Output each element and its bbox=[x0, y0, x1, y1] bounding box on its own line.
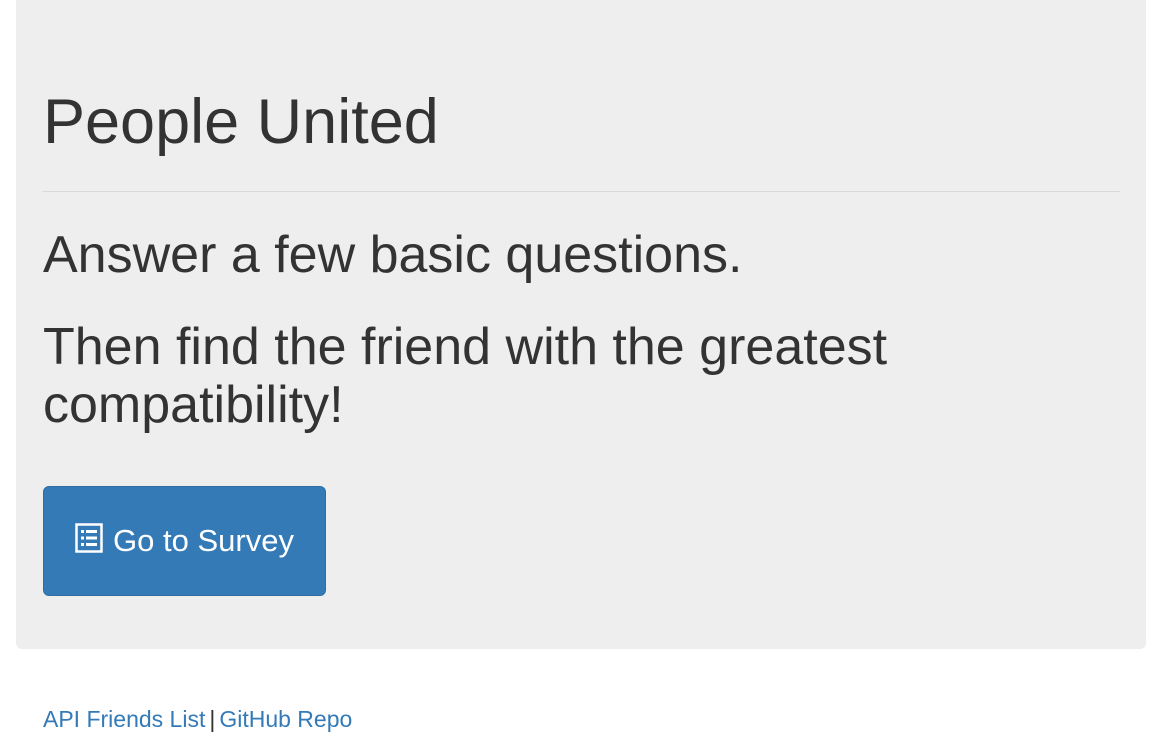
list-alt-icon bbox=[75, 523, 103, 553]
page-title: People United bbox=[43, 87, 439, 157]
divider bbox=[43, 191, 1120, 192]
github-repo-link[interactable]: GitHub Repo bbox=[219, 706, 352, 732]
hero-panel: People United Answer a few basic questio… bbox=[16, 0, 1146, 649]
go-to-survey-button[interactable]: Go to Survey bbox=[43, 486, 326, 596]
lead-text-questions: Answer a few basic questions. bbox=[43, 226, 743, 284]
footer-links: API Friends List | GitHub Repo bbox=[43, 704, 352, 734]
footer-separator: | bbox=[209, 706, 216, 732]
lead-text-compatibility: Then find the friend with the greatest c… bbox=[43, 318, 888, 434]
go-to-survey-label: Go to Survey bbox=[113, 523, 294, 558]
api-friends-list-link[interactable]: API Friends List bbox=[43, 706, 205, 732]
